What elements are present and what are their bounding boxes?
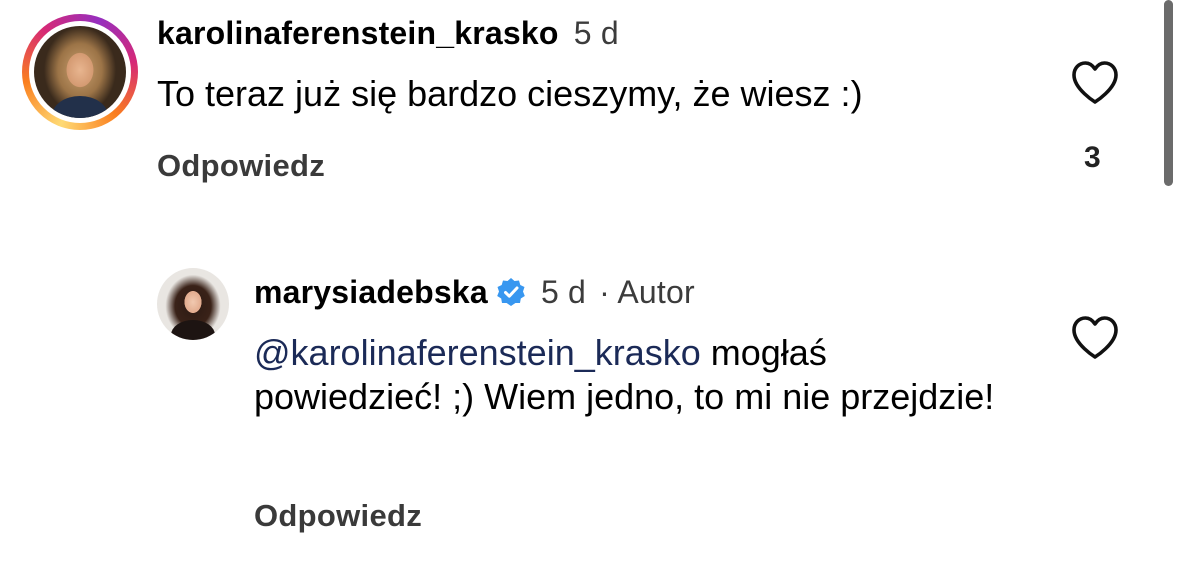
- verified-badge-icon: [497, 278, 525, 306]
- heart-outline-icon[interactable]: [1070, 315, 1120, 361]
- author-tag: · Autor: [599, 274, 695, 310]
- avatar[interactable]: [157, 268, 229, 340]
- avatar-ring-gap: [29, 21, 131, 123]
- comment-username[interactable]: marysiadebska 5 d · Autor: [254, 274, 695, 311]
- comment-time: 5 d: [540, 274, 587, 310]
- reply-button[interactable]: Odpowiedz: [254, 498, 422, 534]
- username-text[interactable]: marysiadebska: [254, 274, 488, 310]
- comment-text: To teraz już się bardzo cieszymy, że wie…: [157, 73, 863, 114]
- like-count[interactable]: 3: [1084, 141, 1101, 175]
- scrollbar[interactable]: [1164, 0, 1173, 186]
- comment-username[interactable]: karolinaferenstein_krasko 5 d: [157, 15, 619, 52]
- mention-link[interactable]: @karolinaferenstein_krasko: [254, 332, 701, 373]
- comment-time: 5 d: [573, 15, 619, 51]
- reply-button[interactable]: Odpowiedz: [157, 148, 325, 184]
- avatar-story-ring[interactable]: [22, 14, 138, 130]
- username-text[interactable]: karolinaferenstein_krasko: [157, 15, 559, 51]
- avatar[interactable]: [34, 26, 126, 118]
- comment-text: @karolinaferenstein_krasko mogłaś powied…: [254, 331, 1014, 419]
- heart-outline-icon[interactable]: [1070, 60, 1120, 106]
